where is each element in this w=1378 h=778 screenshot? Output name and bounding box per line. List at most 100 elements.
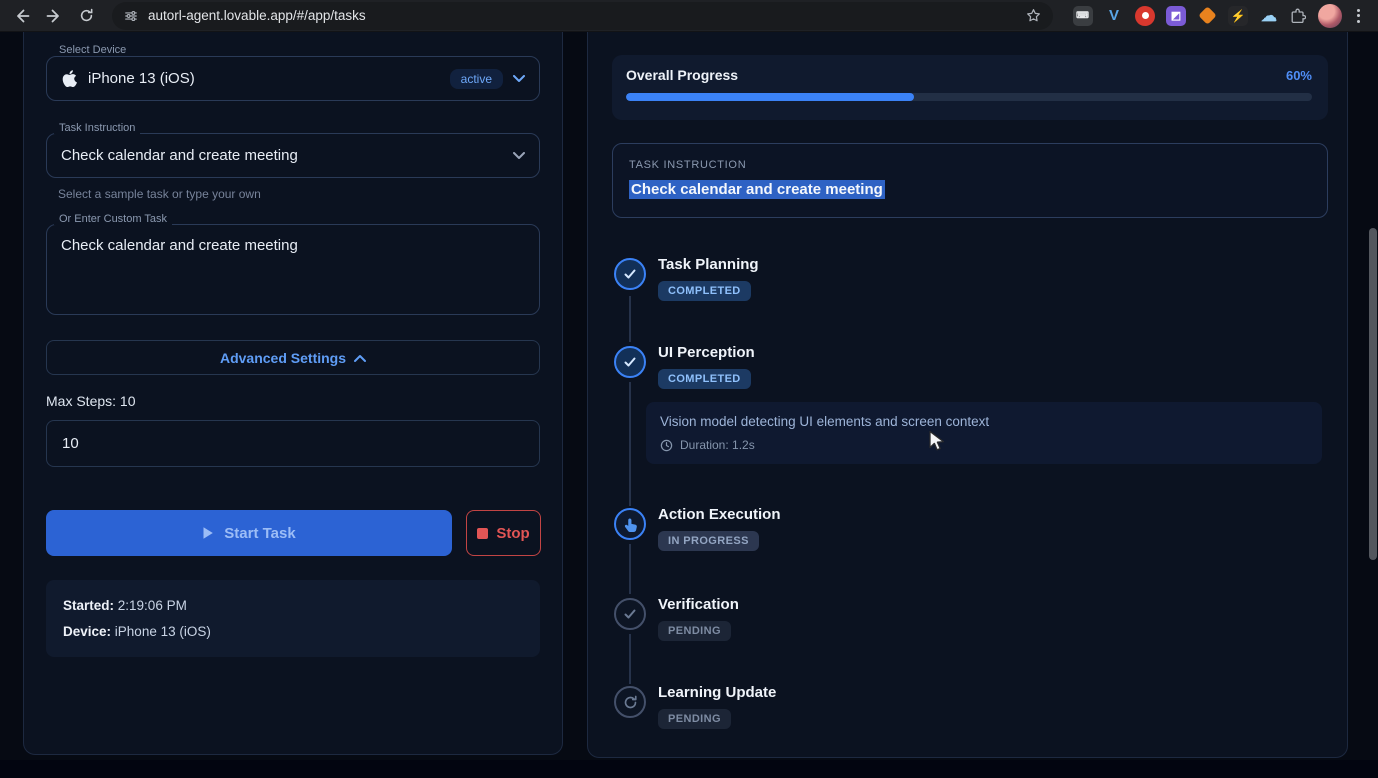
status-badge: IN PROGRESS [658,531,759,551]
task-instruction-value: Check calendar and create meeting [61,147,298,164]
step-task-planning: Task Planning COMPLETED [614,252,1327,301]
step-title: Learning Update [658,684,777,701]
advanced-settings-button[interactable]: Advanced Settings [46,340,540,375]
scrollbar-thumb[interactable] [1369,228,1377,560]
task-instruction-box: TASK INSTRUCTION Check calendar and crea… [612,143,1328,218]
extension-icon-v[interactable]: V [1104,6,1124,26]
extension-icon-lightning[interactable]: ⚡ [1228,5,1248,26]
progress-bar-track [626,93,1312,101]
step-content: Learning Update PENDING [658,680,776,729]
extension-icon-fox[interactable] [1197,6,1217,26]
overall-progress-label: Overall Progress [626,67,739,83]
step-title: Task Planning [658,256,759,273]
step-action-execution: Action Execution IN PROGRESS [614,502,1327,551]
step-content: Action Execution IN PROGRESS [658,502,781,551]
device-active-badge: active [449,68,503,89]
reload-button[interactable] [72,2,100,30]
status-badge: COMPLETED [658,281,751,301]
task-instruction-text: Check calendar and create meeting [629,180,885,199]
back-icon [17,9,30,22]
duration-text: Duration: 1.2s [680,438,755,452]
step-verification: Verification PENDING [614,592,1327,641]
status-badge: PENDING [658,709,731,729]
chevron-up-icon [354,354,367,362]
task-instruction-heading: TASK INSTRUCTION [629,159,747,171]
device-value: iPhone 13 (iOS) [114,624,211,639]
bookmark-star-icon[interactable] [1026,8,1041,23]
check-circle-icon [614,598,646,630]
progress-fill [626,93,915,101]
url-text[interactable]: autorl-agent.lovable.app/#/app/tasks [148,8,1016,23]
profile-avatar[interactable] [1318,3,1342,28]
extension-icon-cloud[interactable]: ☁ [1259,6,1279,26]
app-page: Select Device iPhone 13 (iOS) active Tas… [0,32,1378,778]
device-select[interactable]: iPhone 13 (iOS) active [46,56,540,101]
check-circle-icon [614,346,646,378]
advanced-settings-label: Advanced Settings [219,349,347,366]
check-circle-icon [614,258,646,290]
extensions-row: ⌨ V ◩ ⚡ ☁ [1065,5,1314,26]
start-task-label: Start Task [224,524,296,542]
custom-task-textarea[interactable]: Check calendar and create meeting [46,224,540,315]
reload-icon [80,8,92,22]
device-row: Device: iPhone 13 (iOS) [63,619,523,645]
selected-text: Check calendar and create meeting [629,180,885,199]
browser-menu-button[interactable] [1346,5,1370,27]
hand-pointer-icon [614,508,646,540]
task-instruction-select[interactable]: Check calendar and create meeting [46,133,540,178]
custom-task-label: Or Enter Custom Task [54,213,172,225]
chevron-down-icon [513,151,525,159]
started-label: Started: [63,598,115,613]
max-steps-input[interactable] [46,420,540,467]
timeline-connector [629,296,631,342]
step-detail-box: Vision model detecting UI elements and s… [646,402,1322,464]
duration-row: Duration: 1.2s [660,438,1308,452]
extension-icon-keyboard[interactable]: ⌨ [1073,5,1093,26]
site-info-icon[interactable] [124,9,138,23]
extension-icon-purple[interactable]: ◩ [1166,5,1186,26]
step-ui-perception: UI Perception COMPLETED Vision model det… [614,340,1327,464]
device-label: Device: [63,624,112,639]
step-title: Verification [658,596,739,613]
extension-icon-red[interactable] [1135,5,1155,26]
forward-button[interactable] [40,2,68,30]
step-title: UI Perception [658,344,755,361]
task-config-panel: Select Device iPhone 13 (iOS) active Tas… [23,32,563,755]
stop-button[interactable]: Stop [466,510,541,556]
bottom-strip [0,760,1378,778]
start-task-button[interactable]: Start Task [46,510,452,556]
overall-progress-percent: 60% [1285,68,1312,83]
apple-icon [62,70,77,88]
forward-icon [46,9,59,22]
started-row: Started: 2:19:06 PM [63,593,523,619]
status-badge: COMPLETED [658,369,751,389]
screen: { "browser": { "url": "autorl-agent.lova… [0,0,1378,778]
step-detail-text: Vision model detecting UI elements and s… [660,414,990,429]
task-helper-text: Select a sample task or type your own [58,187,261,201]
device-select-label: Select Device [54,44,132,56]
execution-panel: Overall Progress 60% TASK INSTRUCTION Ch… [587,32,1348,758]
timeline-connector [629,634,631,684]
device-select-value: iPhone 13 (iOS) [88,70,195,87]
refresh-icon [614,686,646,718]
step-content: UI Perception COMPLETED Vision model det… [646,340,1322,464]
step-learning-update: Learning Update PENDING [614,680,1327,729]
clock-icon [660,439,673,451]
started-value: 2:19:06 PM [117,598,187,613]
extensions-puzzle-icon[interactable] [1290,8,1306,24]
status-badge: PENDING [658,621,731,641]
task-instruction-label: Task Instruction [54,122,141,134]
stop-label: Stop [496,524,530,542]
timeline-connector [629,544,631,594]
step-content: Verification PENDING [658,592,739,641]
step-title: Action Execution [658,506,781,523]
step-content: Task Planning COMPLETED [658,252,759,301]
browser-toolbar: autorl-agent.lovable.app/#/app/tasks ⌨ V… [0,0,1378,32]
run-status-box: Started: 2:19:06 PM Device: iPhone 13 (i… [46,580,540,657]
overall-progress-box: Overall Progress 60% [612,55,1328,120]
stop-square-icon [477,527,489,539]
address-bar[interactable]: autorl-agent.lovable.app/#/app/tasks [112,1,1053,30]
chevron-down-icon [513,74,525,82]
play-icon [203,527,214,539]
back-button[interactable] [8,2,36,30]
